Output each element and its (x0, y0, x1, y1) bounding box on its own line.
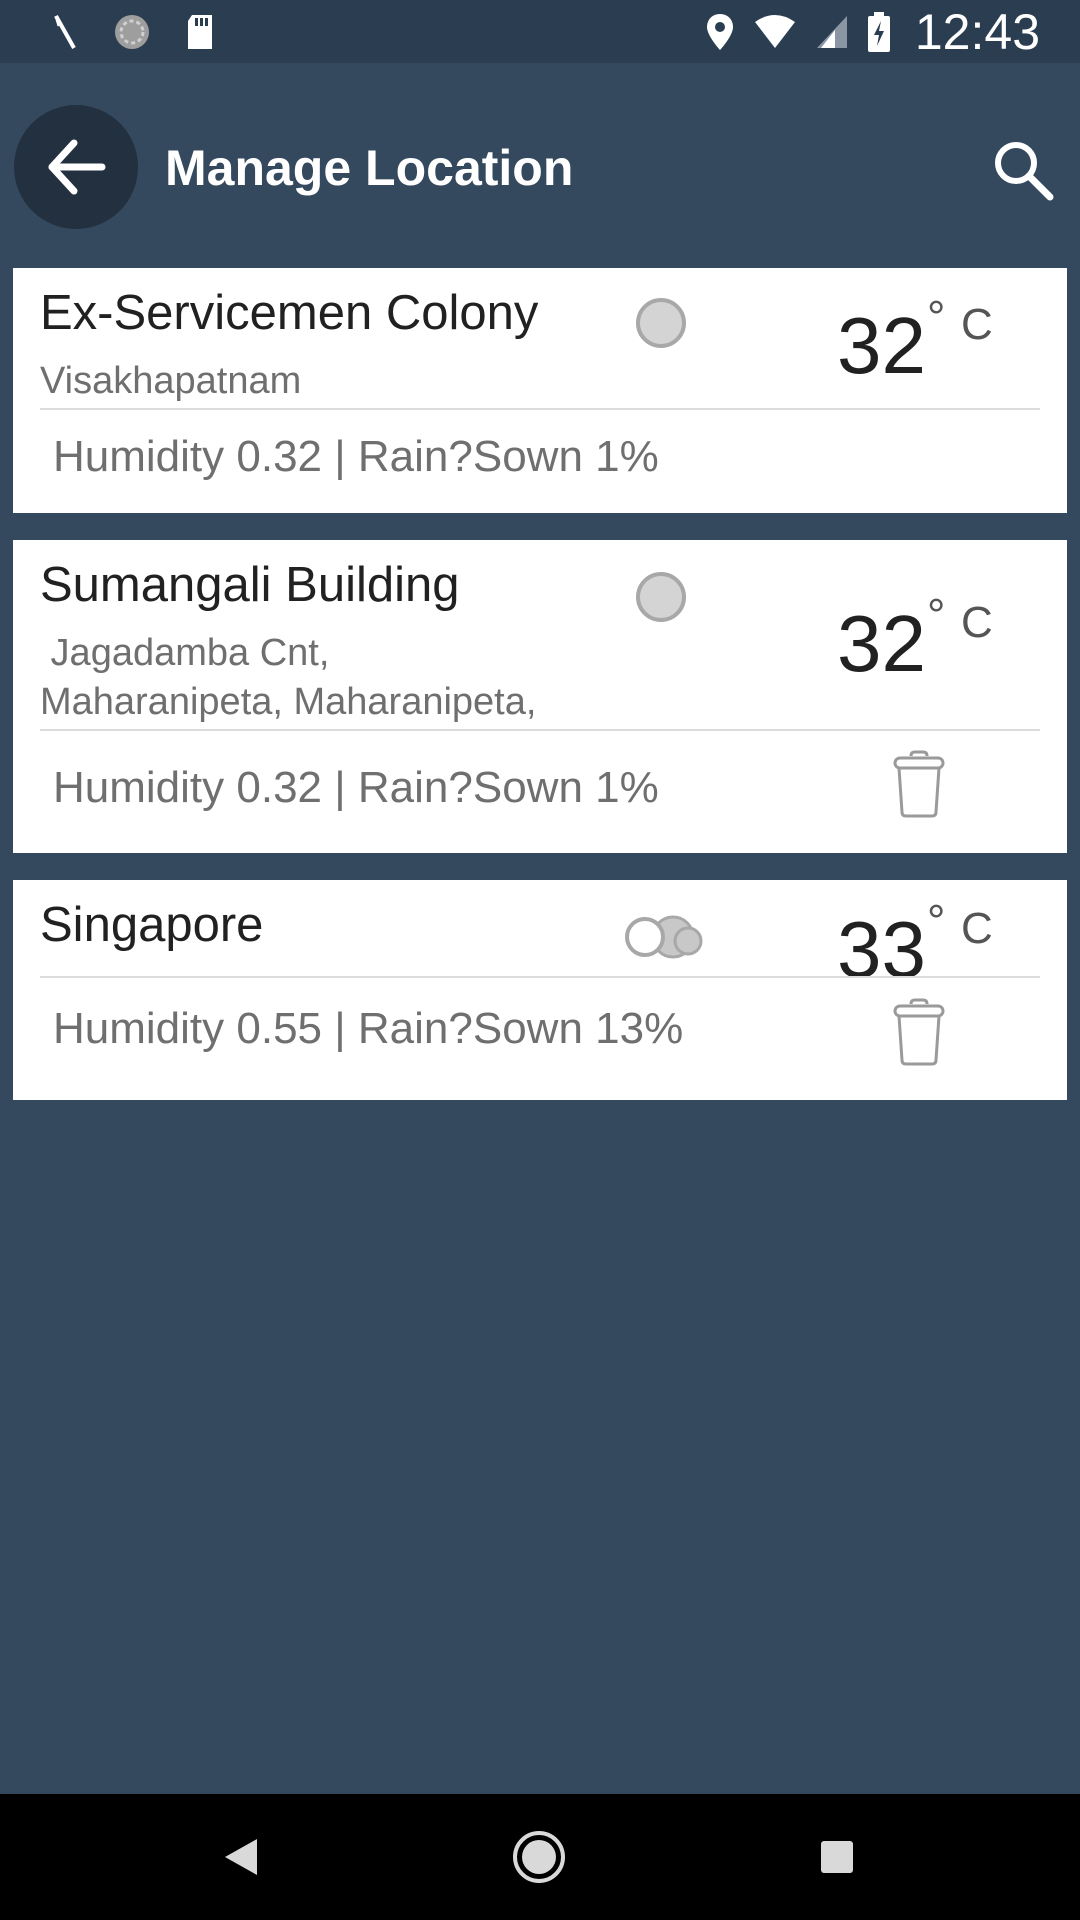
back-button[interactable] (14, 105, 138, 229)
degree-symbol: ° (927, 895, 946, 947)
toolbar: Manage Location (0, 63, 1080, 268)
delete-icon[interactable] (891, 998, 947, 1066)
battery-charging-icon (867, 11, 890, 52)
location-address-line-2: Maharanipeta, Maharanipeta, (40, 681, 537, 723)
temperature: 32 ° C (837, 291, 993, 386)
sd-card-icon (188, 14, 212, 49)
temperature: 32 ° C (837, 589, 993, 684)
status-time: 12:43 (914, 3, 1040, 60)
status-bar: 12:43 (0, 0, 1080, 63)
debug-icon (54, 14, 76, 49)
delete-icon[interactable] (891, 750, 947, 818)
temperature-unit: C (961, 300, 993, 349)
location-address-line-1: Jagadamba Cnt, (40, 632, 330, 674)
location-name: Sumangali Building (40, 558, 460, 612)
back-triangle-icon (225, 1839, 257, 1875)
location-address: Visakhapatnam (40, 360, 302, 402)
weather-details: Humidity 0.55 | Rain?Sown 13% (53, 1004, 684, 1053)
signal-icon (816, 15, 847, 48)
sync-icon (115, 14, 149, 49)
location-card[interactable]: Ex-Servicemen Colony Visakhapatnam 32 ° … (13, 268, 1067, 513)
search-icon (995, 142, 1054, 201)
page-title: Manage Location (165, 140, 574, 196)
temperature-unit: C (961, 598, 993, 647)
weather-details: Humidity 0.32 | Rain?Sown 1% (53, 432, 659, 481)
nav-back-button[interactable] (208, 1824, 274, 1890)
location-name: Ex-Servicemen Colony (40, 286, 539, 340)
arrow-back-icon (48, 139, 106, 195)
cloudy-icon (625, 915, 703, 959)
divider (40, 729, 1040, 731)
search-button[interactable] (988, 135, 1058, 205)
location-card[interactable]: Sumangali Building Jagadamba Cnt, Mahara… (13, 540, 1067, 853)
temperature-unit: C (961, 904, 993, 953)
status-right-icons: 12:43 (705, 0, 1040, 63)
recents-square-icon (821, 1841, 853, 1873)
home-circle-icon (513, 1831, 565, 1883)
nav-recents-button[interactable] (804, 1824, 870, 1890)
temperature-value: 33 (837, 905, 926, 994)
clear-icon (636, 572, 686, 622)
temperature-value: 32 (837, 301, 926, 390)
divider (40, 976, 1040, 978)
nav-home-button[interactable] (506, 1824, 572, 1890)
temperature-value: 32 (837, 599, 926, 688)
location-icon (706, 13, 733, 50)
status-left-icons (50, 0, 216, 63)
degree-symbol: ° (927, 589, 946, 641)
clear-icon (636, 298, 686, 348)
weather-details: Humidity 0.32 | Rain?Sown 1% (53, 763, 659, 812)
location-name: Singapore (40, 898, 264, 952)
system-nav-bar (0, 1794, 1080, 1920)
temperature: 33 ° C (837, 895, 993, 990)
degree-symbol: ° (927, 291, 946, 343)
manage-location-screen: 12:43 Manage Location Ex-Servicemen Colo… (0, 0, 1080, 1920)
location-card[interactable]: Singapore 33 ° C Humidity 0.55 | Rain?So… (13, 880, 1067, 1100)
wifi-icon (754, 14, 795, 48)
divider (40, 408, 1040, 410)
